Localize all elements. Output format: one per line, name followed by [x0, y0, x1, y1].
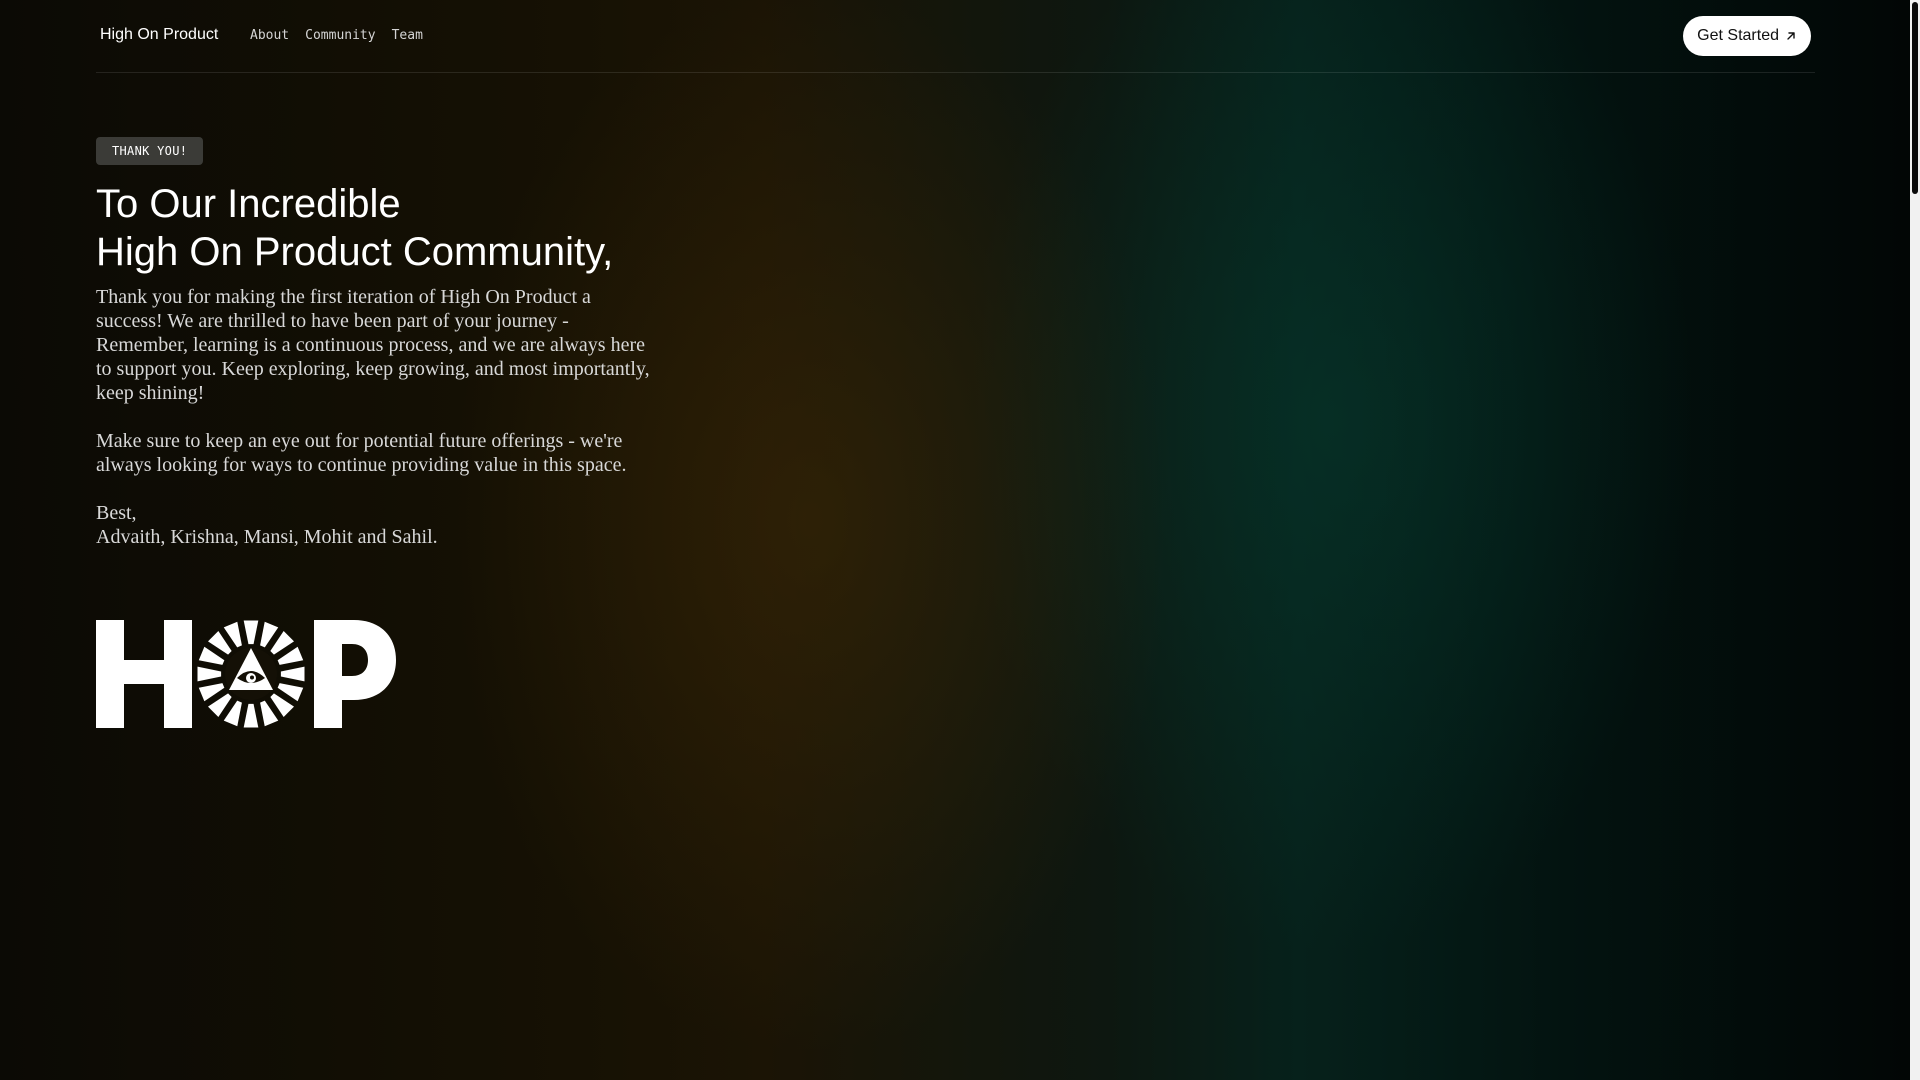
logo-ray — [270, 630, 295, 655]
thank-you-badge: THANK YOU! — [96, 137, 204, 165]
signoff-text: Best, — [96, 502, 137, 524]
logo-letter-h — [96, 620, 192, 728]
nav-team-link[interactable]: Team — [392, 28, 423, 43]
letter-signature: Best, Advaith, Krishna, Mansi, Mohit and… — [96, 501, 660, 549]
page-title: To Our Incredible High On Product Commun… — [96, 180, 613, 276]
letter-paragraph-1: Thank you for making the first iteration… — [96, 286, 650, 404]
thank-you-letter: Thank you for making the first iteration… — [96, 285, 660, 573]
logo-ray — [243, 703, 259, 728]
arrow-up-right-icon — [1787, 32, 1795, 40]
site-header: High On Product About Community Team Get… — [96, 0, 1815, 73]
title-line-2: High On Product Community, — [96, 230, 614, 274]
nav-about-link[interactable]: About — [250, 28, 289, 43]
main-nav: About Community Team — [250, 28, 423, 43]
signatories-text: Advaith, Krishna, Mansi, Mohit and Sahil… — [96, 526, 438, 548]
logo-letter-p — [314, 620, 396, 728]
logo-ray — [270, 693, 295, 718]
logo-ray — [243, 620, 259, 645]
logo-ray — [207, 693, 232, 718]
get-started-button[interactable]: Get Started — [1683, 16, 1811, 56]
logo-ray — [207, 630, 232, 655]
title-line-1: To Our Incredible — [96, 182, 401, 226]
logo-ray — [280, 666, 305, 682]
hop-logo — [96, 620, 396, 728]
page-scrollbar[interactable] — [1910, 0, 1920, 1080]
nav-community-link[interactable]: Community — [305, 28, 375, 43]
scrollbar-thumb[interactable] — [1912, 2, 1918, 194]
logo-ray — [197, 666, 222, 682]
brand-link[interactable]: High On Product — [100, 26, 218, 44]
letter-paragraph-2: Make sure to keep an eye out for potenti… — [96, 430, 627, 476]
get-started-label: Get Started — [1697, 27, 1779, 44]
eye-in-triangle-sunburst-icon — [197, 620, 305, 728]
